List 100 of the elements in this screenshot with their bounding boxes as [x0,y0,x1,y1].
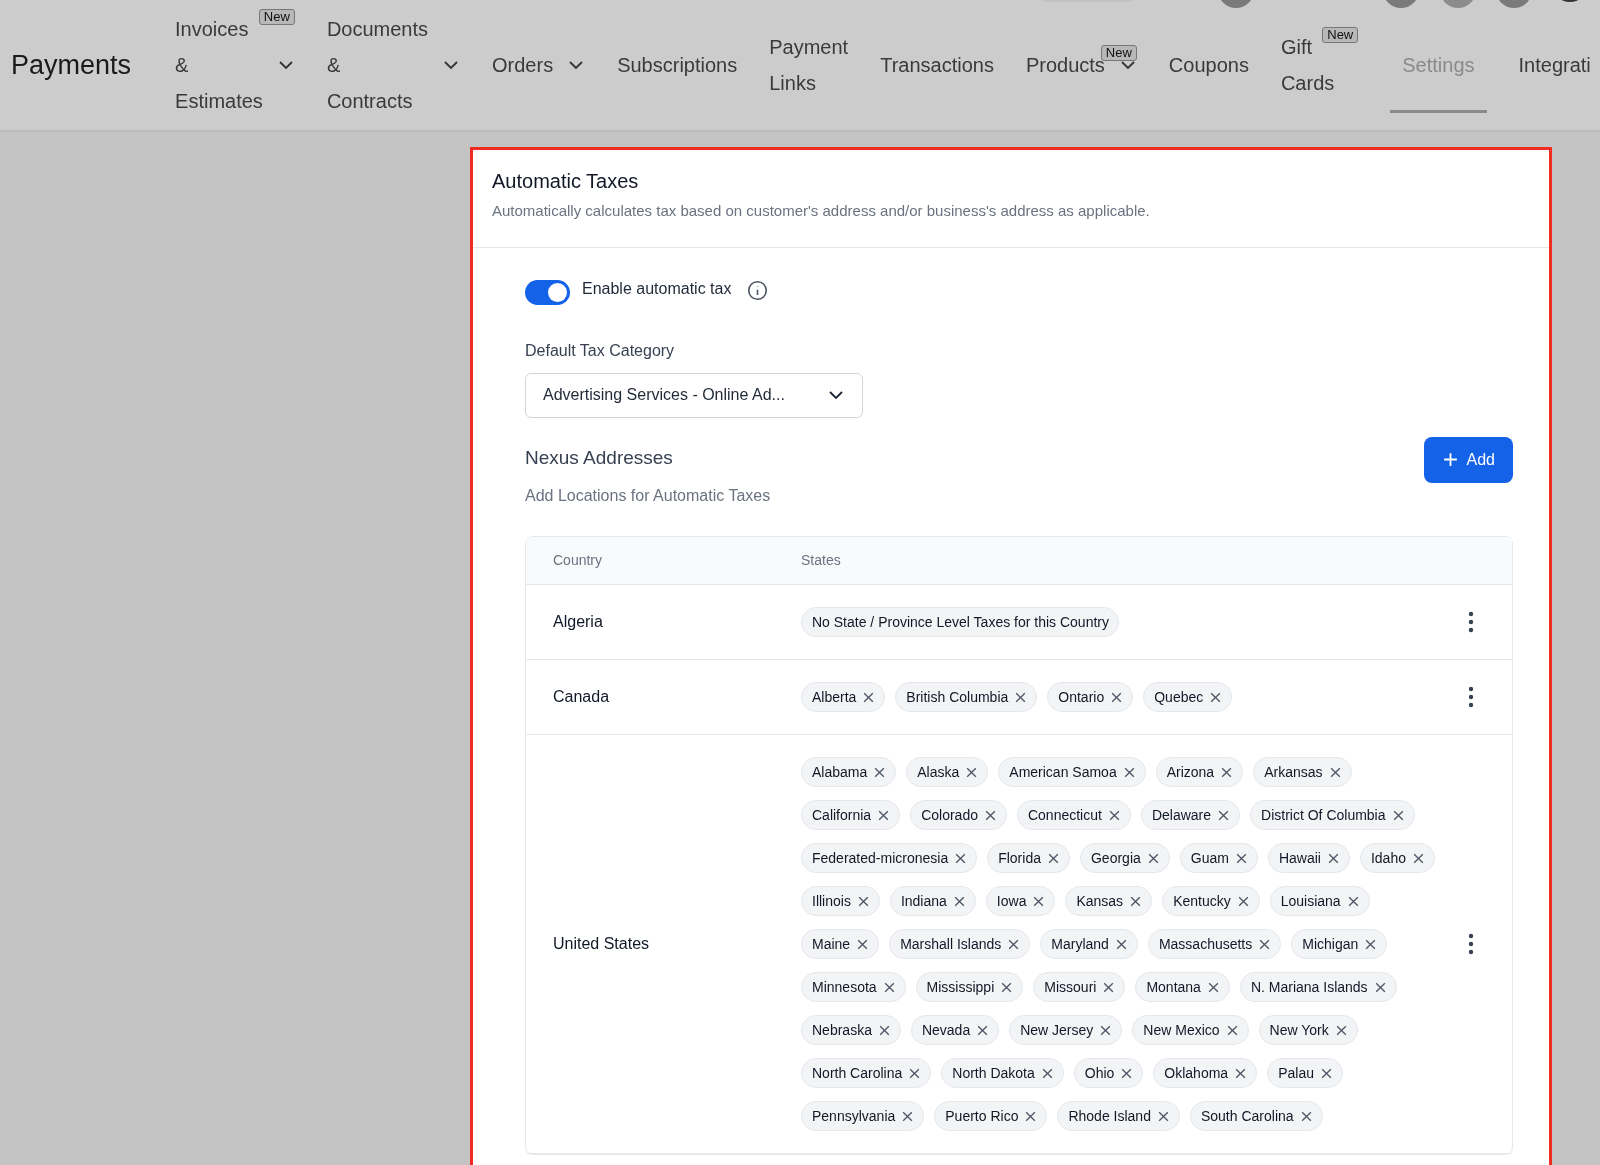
state-tag[interactable]: Illinois [801,886,880,916]
close-icon[interactable] [1217,808,1231,822]
more-options-icon[interactable] [1468,933,1474,955]
state-tag[interactable]: British Columbia [895,682,1038,712]
state-tag[interactable]: South Carolina [1189,1101,1323,1131]
close-icon[interactable] [882,980,896,994]
close-icon[interactable] [856,937,870,951]
toggle-switch[interactable] [525,279,570,305]
close-icon[interactable] [1040,1066,1054,1080]
add-button[interactable]: Add [1423,436,1513,483]
state-tag[interactable]: Puerto Rico [934,1101,1048,1131]
state-tag[interactable]: Alaska [906,757,989,787]
state-tag[interactable]: Oklahoma [1153,1058,1258,1088]
state-tag[interactable]: Quebec [1143,682,1233,712]
nav-tab[interactable]: Transactions [880,9,994,121]
close-icon[interactable] [1391,808,1405,822]
close-icon[interactable] [1146,851,1160,865]
close-icon[interactable] [1236,894,1250,908]
state-tag[interactable]: Rhode Island [1057,1101,1180,1131]
state-tag[interactable]: North Dakota [941,1058,1064,1088]
state-tag[interactable]: Nebraska [801,1015,901,1045]
close-icon[interactable] [1114,937,1128,951]
state-tag[interactable]: Arkansas [1253,757,1352,787]
nav-tab[interactable]: New Gift Cards [1280,9,1359,121]
more-options-icon[interactable] [1468,611,1474,633]
close-icon[interactable] [1209,690,1223,704]
close-icon[interactable] [1364,937,1378,951]
nav-tab[interactable]: Payment Links [769,9,849,121]
close-icon[interactable] [1326,851,1340,865]
close-icon[interactable] [952,894,966,908]
close-icon[interactable] [983,808,997,822]
close-icon[interactable] [1000,980,1014,994]
tax-category-dropdown[interactable]: Advertising Services - Online Ad... [525,372,863,418]
state-tag[interactable]: Marshall Islands [889,929,1031,959]
state-tag[interactable]: Guam [1179,843,1258,873]
close-icon[interactable] [1110,690,1124,704]
state-tag[interactable]: Arizona [1155,757,1244,787]
nav-tab[interactable]: Integrati [1518,9,1591,121]
state-tag[interactable]: New York [1258,1015,1358,1045]
state-tag[interactable]: Florida [987,843,1070,873]
close-icon[interactable] [976,1023,990,1037]
state-tag[interactable]: Idaho [1359,843,1435,873]
state-tag[interactable]: Minnesota [801,972,906,1002]
close-icon[interactable] [1024,1109,1038,1123]
state-tag[interactable]: Ontario [1047,682,1134,712]
close-icon[interactable] [1225,1023,1239,1037]
close-icon[interactable] [1129,894,1143,908]
state-tag[interactable]: Colorado [910,800,1007,830]
state-tag[interactable]: Ohio [1073,1058,1144,1088]
close-icon[interactable] [1102,980,1116,994]
state-tag[interactable]: Iowa [985,886,1056,916]
nav-tab[interactable]: New Invoices & Estimates [175,9,295,121]
nav-tab[interactable]: Documents & Contracts [326,9,461,121]
close-icon[interactable] [1220,765,1234,779]
state-tag[interactable]: North Carolina [801,1058,932,1088]
close-icon[interactable] [1032,894,1046,908]
close-icon[interactable] [1373,980,1387,994]
close-icon[interactable] [965,765,979,779]
close-icon[interactable] [1046,851,1060,865]
close-icon[interactable] [1319,1066,1333,1080]
state-tag[interactable]: Mississippi [915,972,1024,1002]
close-icon[interactable] [1014,690,1028,704]
state-tag[interactable]: Massachusetts [1147,929,1282,959]
state-tag[interactable]: Maryland [1040,929,1138,959]
state-tag[interactable]: American Samoa [998,757,1146,787]
close-icon[interactable] [1206,980,1220,994]
close-icon[interactable] [1007,937,1021,951]
close-icon[interactable] [856,894,870,908]
state-tag[interactable]: New Mexico [1132,1015,1249,1045]
state-tag[interactable]: Pennsylvania [801,1101,925,1131]
state-tag[interactable]: Indiana [889,886,976,916]
state-tag[interactable]: Alabama [801,757,897,787]
state-tag[interactable]: Palau [1267,1058,1343,1088]
close-icon[interactable] [1122,765,1136,779]
close-icon[interactable] [877,1023,891,1037]
close-icon[interactable] [877,808,891,822]
close-icon[interactable] [862,690,876,704]
close-icon[interactable] [1334,1023,1348,1037]
state-tag[interactable]: California [801,800,901,830]
nav-tab[interactable]: Coupons [1168,9,1249,121]
close-icon[interactable] [1299,1109,1313,1123]
state-tag[interactable]: Maine [801,929,880,959]
state-tag[interactable]: District Of Columbia [1250,800,1415,830]
state-tag[interactable]: Missouri [1033,972,1126,1002]
nav-tab[interactable]: Subscriptions [617,9,738,121]
state-tag[interactable]: New Jersey [1009,1015,1123,1045]
more-options-icon[interactable] [1468,686,1474,708]
close-icon[interactable] [1107,808,1121,822]
close-icon[interactable] [901,1109,915,1123]
state-tag[interactable]: Alberta [801,682,886,712]
close-icon[interactable] [1328,765,1342,779]
close-icon[interactable] [1156,1109,1170,1123]
state-tag[interactable]: Delaware [1140,800,1241,830]
info-icon[interactable] [747,279,769,301]
close-icon[interactable] [1234,851,1248,865]
close-icon[interactable] [1411,851,1425,865]
close-icon[interactable] [873,765,887,779]
state-tag[interactable]: Michigan [1291,929,1388,959]
close-icon[interactable] [1099,1023,1113,1037]
state-tag[interactable]: Hawaii [1267,843,1350,873]
